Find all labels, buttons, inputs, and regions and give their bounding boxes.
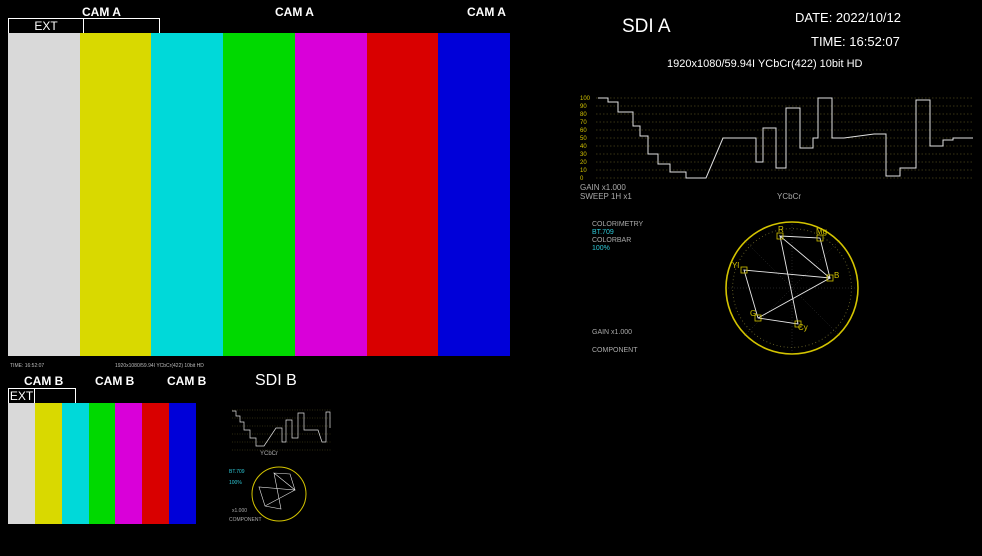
waveform-sweep: SWEEP 1H x1 [580, 192, 632, 201]
color-bar [151, 33, 224, 356]
cam-label: CAM B [24, 374, 64, 388]
color-bars-a [8, 33, 511, 356]
waveform-scale-label: 100 [580, 96, 591, 102]
color-bar [88, 403, 116, 524]
ext-empty-box [83, 18, 160, 34]
vector-trace [743, 234, 831, 325]
color-bar [169, 403, 197, 524]
ext-label: EXT [8, 18, 84, 34]
vector-target-label: R [778, 225, 784, 234]
format-readout: 1920x1080/59.94I YCbCr(422) 10bit HD [667, 58, 863, 70]
color-bar [8, 33, 80, 356]
vector-mode: COMPONENT [592, 347, 638, 354]
ext-label: EXT [8, 388, 35, 404]
waveform-mode: YCbCr [777, 192, 802, 201]
mini-colorimetry: BT.709 [229, 469, 245, 475]
waveform-monitor: 1009080706050403020100 [580, 96, 973, 182]
cam-label: CAM B [167, 374, 207, 388]
colorbar-value: 100% [592, 245, 610, 252]
date-readout: DATE: 2022/10/12 [795, 10, 901, 25]
waveform-scale-label: 50 [580, 136, 587, 142]
waveform-scale-label: 40 [580, 144, 587, 150]
vector-target-label: Mg [816, 227, 827, 236]
color-bar [366, 33, 439, 356]
cam-label: CAM A [275, 5, 314, 19]
waveform-scale-label: 60 [580, 128, 587, 134]
color-bar [79, 33, 152, 356]
waveform-scale-label: 0 [580, 176, 584, 182]
color-bar [223, 33, 295, 356]
color-bar [142, 403, 170, 524]
cam-label: CAM B [95, 374, 135, 388]
waveform-scale-label: 70 [580, 120, 587, 126]
waveform-scale-label: 10 [580, 168, 587, 174]
vectorscope: R Mg B Cy G Yl [725, 221, 859, 355]
waveform-scale-label: 80 [580, 112, 587, 118]
time-readout: TIME: 16:52:07 [10, 363, 45, 369]
color-bar [438, 33, 511, 356]
color-bar [8, 403, 35, 524]
mini-waveform-mode: YCbCr [260, 451, 279, 457]
vector-target-label: G [750, 309, 756, 318]
ext-empty-box [34, 388, 76, 404]
mini-gain: x1.000 [232, 508, 248, 514]
colorbar-label: COLORBAR [592, 237, 632, 244]
color-bar [61, 403, 89, 524]
waveform-gain: GAIN x1.000 [580, 183, 626, 192]
sdi-a-title: SDI A [622, 16, 671, 37]
vector-target-label: Cy [798, 323, 808, 332]
mini-colorbar: 100% [229, 480, 242, 486]
vector-gain: GAIN x1.000 [592, 329, 633, 336]
color-bar [34, 403, 62, 524]
vector-target-label: B [834, 271, 839, 280]
vector-target-label: Yl [732, 261, 739, 270]
waveform-trace [598, 97, 973, 179]
time-readout: TIME: 16:52:07 [811, 34, 900, 49]
mini-waveform [232, 409, 332, 451]
waveform-scale-label: 30 [580, 152, 587, 158]
color-bar [115, 403, 143, 524]
format-readout: 1920x1080/59.94I YCbCr(422) 10bit HD [115, 363, 204, 369]
cam-label: CAM A [467, 5, 506, 19]
waveform-scale-label: 90 [580, 104, 587, 110]
cam-label: CAM A [82, 5, 121, 19]
color-bar [294, 33, 367, 356]
sdi-b-title: SDI B [255, 372, 297, 389]
waveform-scale-label: 20 [580, 160, 587, 166]
colorimetry-label: COLORIMETRY [592, 221, 644, 228]
color-bars-b [8, 403, 197, 524]
mini-vectorscope [251, 466, 307, 522]
colorimetry-value: BT.709 [592, 229, 614, 236]
